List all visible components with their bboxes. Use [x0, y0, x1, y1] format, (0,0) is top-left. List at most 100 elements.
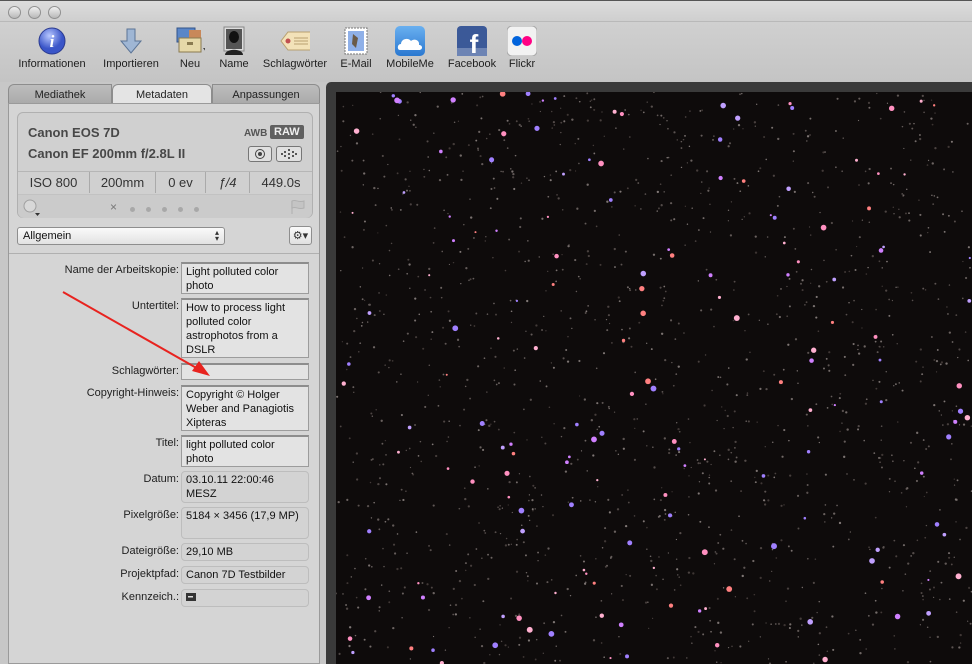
toolbar-neu-button[interactable]: Neu [170, 26, 210, 70]
noise-speck [717, 621, 720, 625]
noise-speck [898, 216, 901, 219]
tab-metadaten[interactable]: Metadaten [112, 84, 212, 104]
noise-speck [604, 527, 607, 530]
noise-speck [953, 556, 955, 558]
noise-speck [518, 123, 521, 126]
noise-speck [830, 395, 833, 398]
metadata-view-select[interactable]: Allgemein ▴ ▾ [17, 227, 225, 245]
noise-speck [634, 371, 637, 374]
minimize-button[interactable] [28, 6, 41, 19]
noise-speck [713, 563, 716, 565]
noise-speck [495, 383, 498, 386]
noise-speck [399, 208, 402, 211]
noise-speck [406, 332, 409, 335]
noise-speck [776, 294, 779, 297]
noise-speck [656, 190, 660, 194]
noise-speck [419, 92, 422, 94]
flag-icon[interactable] [290, 199, 306, 215]
noise-speck [738, 515, 740, 518]
rating-star-4[interactable] [178, 207, 183, 212]
version-name-field[interactable]: Light polluted color photo [181, 262, 309, 294]
noise-speck [607, 405, 610, 408]
noise-speck [642, 520, 645, 523]
star [504, 470, 510, 476]
rating-star-2[interactable] [146, 207, 151, 212]
noise-speck [933, 403, 936, 407]
noise-speck [688, 556, 691, 560]
noise-speck [777, 104, 780, 106]
copyright-field[interactable]: Copyright © Holger Weber and Panagiotis … [181, 385, 309, 431]
noise-speck [733, 558, 736, 561]
noise-speck [479, 155, 482, 158]
toolbar-name-button[interactable]: Name [214, 26, 254, 70]
noise-speck [345, 607, 349, 610]
rating-clear-button[interactable]: × [110, 200, 117, 214]
toolbar-schlagwoerter-button[interactable]: Schlagwörter [258, 26, 332, 70]
noise-speck [541, 329, 543, 331]
noise-speck [406, 272, 409, 275]
noise-speck [807, 351, 810, 354]
toolbar-mobileme-button[interactable]: MobileMe [382, 26, 438, 70]
rating-star-1[interactable] [130, 207, 135, 212]
rating-star-5[interactable] [194, 207, 199, 212]
star [671, 439, 677, 444]
tab-mediathek[interactable]: Mediathek [8, 84, 112, 104]
noise-speck [551, 514, 555, 517]
noise-speck [918, 134, 921, 136]
noise-speck [402, 340, 405, 342]
noise-speck [905, 212, 907, 215]
noise-speck [512, 349, 515, 352]
toolbar-email-button[interactable]: E-Mail [336, 26, 376, 70]
noise-speck [353, 329, 356, 333]
color-label-picker-icon[interactable] [22, 198, 44, 218]
field-label: Kennzeich.: [121, 591, 179, 603]
noise-speck [566, 113, 569, 116]
noise-speck [701, 472, 704, 475]
noise-speck [719, 533, 722, 536]
action-menu-button[interactable]: ⚙▾ [289, 226, 312, 245]
toolbar-importieren-button[interactable]: Importieren [98, 26, 164, 70]
keywords-field[interactable] [181, 363, 309, 380]
noise-speck [553, 423, 555, 425]
astrophoto-image[interactable] [336, 92, 972, 664]
noise-speck [480, 117, 483, 120]
noise-speck [868, 167, 871, 171]
noise-speck [790, 397, 794, 401]
noise-speck [408, 263, 411, 266]
noise-speck [554, 659, 557, 662]
toolbar-facebook-button[interactable]: f Facebook [444, 26, 500, 70]
noise-speck [659, 257, 662, 260]
metadata-pane: Canon EOS 7D Canon EF 200mm f/2.8L II AW… [8, 103, 320, 664]
rating-star-3[interactable] [162, 207, 167, 212]
close-button[interactable] [8, 6, 21, 19]
toolbar-informationen-button[interactable]: i Informationen [14, 26, 90, 70]
noise-speck [710, 463, 712, 466]
noise-speck [576, 207, 579, 210]
noise-speck [624, 250, 627, 253]
subtitle-field[interactable]: How to process light polluted color astr… [181, 298, 309, 358]
noise-speck [596, 428, 599, 431]
zoom-button[interactable] [48, 6, 61, 19]
noise-speck [396, 381, 398, 383]
noise-speck [716, 419, 718, 422]
star [420, 595, 425, 600]
noise-speck [526, 299, 529, 303]
title-field[interactable]: light polluted color photo [181, 435, 309, 467]
noise-speck [480, 644, 484, 648]
noise-speck [498, 128, 501, 132]
noise-speck [459, 154, 462, 157]
noise-speck [871, 623, 875, 626]
noise-speck [361, 267, 364, 269]
noise-speck [423, 175, 426, 178]
toolbar-flickr-button[interactable]: Flickr [504, 26, 540, 70]
noise-speck [652, 92, 655, 94]
noise-speck [892, 206, 894, 208]
noise-speck [690, 635, 692, 638]
noise-speck [756, 421, 758, 423]
noise-speck [514, 369, 517, 372]
star [499, 92, 506, 97]
noise-speck [827, 364, 830, 367]
noise-speck [965, 526, 968, 530]
noise-speck [577, 137, 580, 140]
tab-anpassungen[interactable]: Anpassungen [212, 84, 320, 104]
